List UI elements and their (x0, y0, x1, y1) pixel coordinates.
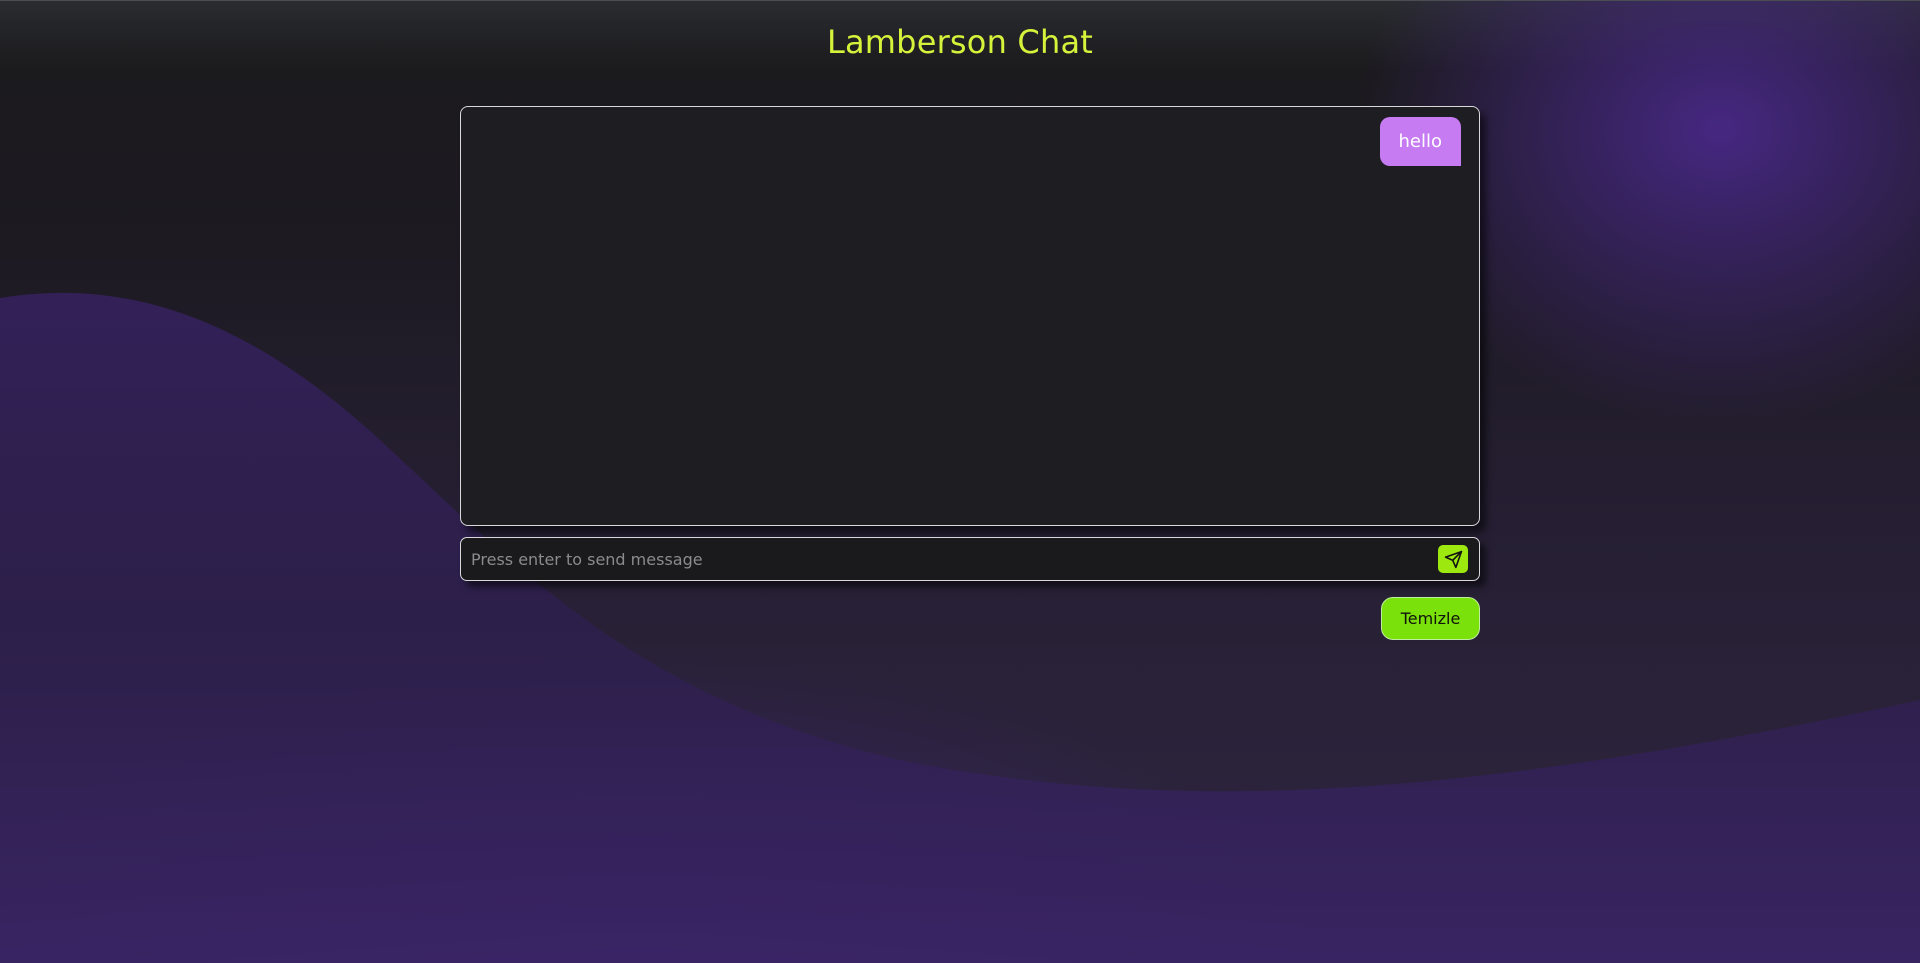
send-paper-plane-icon (1444, 550, 1462, 568)
user-message-bubble: hello (1379, 117, 1461, 166)
page-title: Lamberson Chat (826, 23, 1094, 61)
message-composer (460, 537, 1480, 581)
send-button[interactable] (1438, 545, 1468, 573)
message-input[interactable] (471, 538, 1431, 580)
top-border (0, 0, 1920, 1)
clear-button[interactable]: Temizle (1381, 597, 1480, 640)
chat-window: hello (460, 106, 1480, 526)
